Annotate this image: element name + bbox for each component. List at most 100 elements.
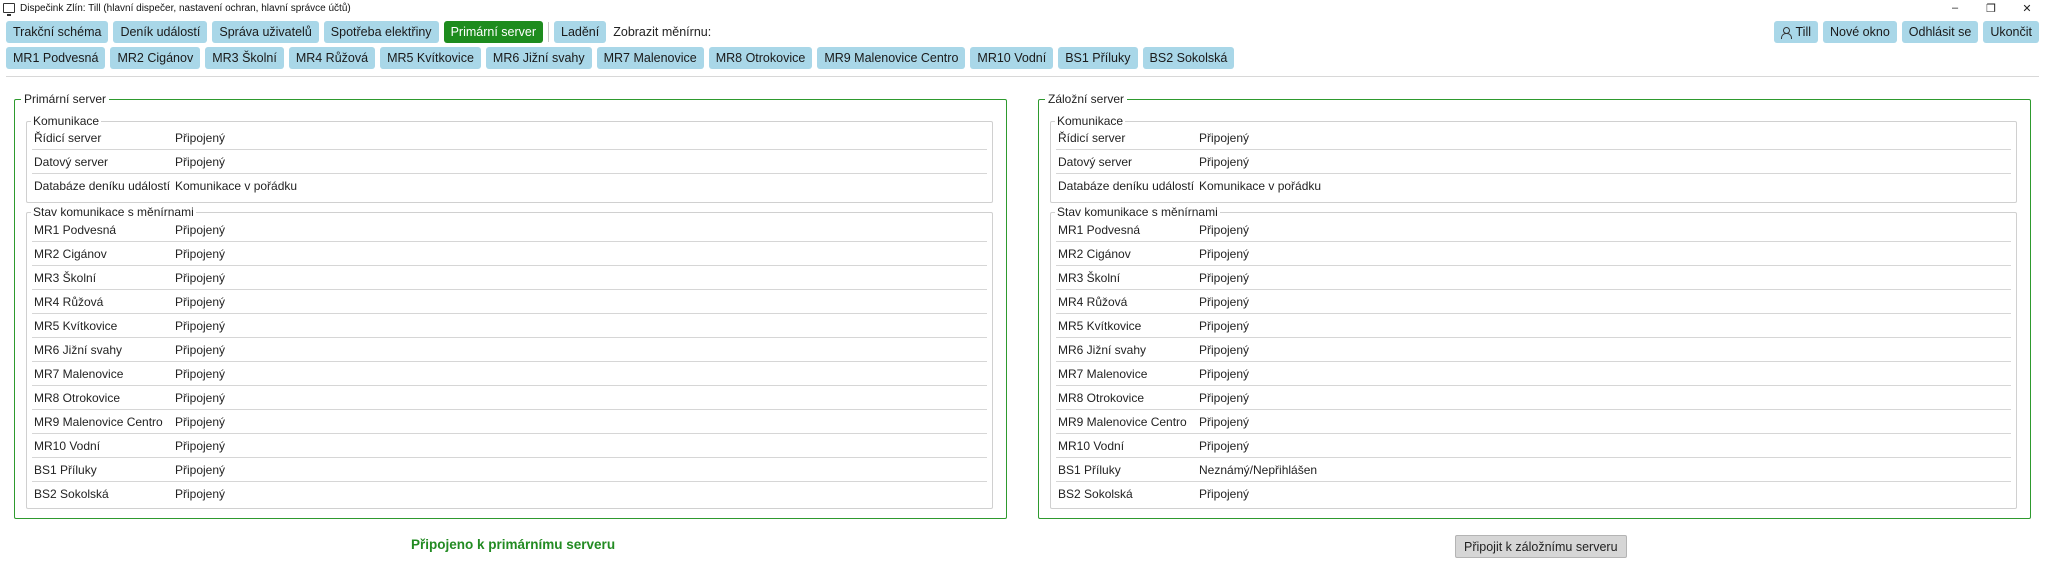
substation-button-mr5[interactable]: MR5 Kvítkovice [380,47,481,69]
new-window-button[interactable]: Nové okno [1823,21,1897,43]
row-label: MR4 Růžová [34,294,104,309]
row-label: Databáze deníku událostí [1058,179,1195,193]
table-row: MR6 Jižní svahy Připojený [1056,338,2011,362]
row-value: Připojený [175,222,226,237]
primary-substation-status-group: Stav komunikace s měnírnami MR1 Podvesná… [26,205,993,509]
row-label: Datový server [34,154,109,169]
row-label: MR8 Otrokovice [34,390,121,405]
row-value: Neznámý/Nepřihlášen [1199,462,1318,477]
row-label: MR6 Jižní svahy [34,342,123,357]
substation-button-mr7[interactable]: MR7 Malenovice [596,47,704,69]
row-label: MR3 Školní [1058,270,1121,285]
user-icon [1780,26,1792,39]
row-value: Připojený [175,487,226,501]
substation-button-bs2[interactable]: BS2 Sokolská [1142,47,1235,69]
row-label: Řídicí server [34,130,102,145]
connection-status-text: Připojeno k primárnímu serveru [411,537,616,552]
backup-server-panel: Záložní server Komunikace Řídicí server P… [1038,92,2031,519]
table-row: MR2 Cigánov Připojený [1056,242,2011,266]
row-label: MR1 Podvesná [1058,222,1141,237]
row-value: Připojený [175,294,226,309]
row-value: Připojený [1199,487,1250,501]
row-label: MR5 Kvítkovice [34,318,118,333]
table-row: Datový server Připojený [32,150,987,174]
row-label: BS1 Příluky [1058,462,1121,477]
table-row: Databáze deníku událostí Komunikace v poř… [1056,174,2011,198]
window-title: Dispečink Zlín: Till (hlavní dispečer, n… [20,2,351,14]
table-row: MR4 Růžová Připojený [1056,290,2011,314]
restore-button[interactable]: ❐ [1973,0,2009,16]
tab-event-log[interactable]: Deník událostí [113,21,208,43]
row-label: MR10 Vodní [34,438,101,453]
table-row: BS2 Sokolská Připojený [1056,482,2011,506]
row-label: BS1 Příluky [34,462,97,477]
toolbar-separator [548,22,549,42]
substation-button-mr3[interactable]: MR3 Školní [205,47,284,69]
table-row: MR1 Podvesná Připojený [32,218,987,242]
backup-server-title: Záložní server [1045,92,1128,106]
row-value: Připojený [175,130,226,145]
row-value: Připojený [175,414,226,429]
table-row: MR5 Kvítkovice Připojený [32,314,987,338]
row-value: Připojený [175,318,226,333]
row-label: MR6 Jižní svahy [1058,342,1147,357]
tab-primary-server[interactable]: Primární server [443,21,543,43]
row-value: Připojený [1199,390,1250,405]
title-bar: Dispečink Zlín: Till (hlavní dispečer, n… [0,0,2045,16]
backup-substation-status-group: Stav komunikace s měnírnami MR1 Podvesná… [1050,205,2017,509]
table-row: MR3 Školní Připojený [1056,266,2011,290]
row-value: Připojený [1199,366,1250,381]
row-label: MR2 Cigánov [34,246,107,261]
tab-user-management[interactable]: Správa uživatelů [212,21,319,43]
minimize-button[interactable]: – [1937,0,1973,16]
table-row: MR7 Malenovice Připojený [32,362,987,386]
row-value: Připojený [1199,438,1250,453]
substation-toolbar: MR1 Podvesná MR2 Cigánov MR3 Školní MR4 … [6,47,1235,69]
substation-button-mr1[interactable]: MR1 Podvesná [6,47,106,69]
table-row: MR7 Malenovice Připojený [1056,362,2011,386]
row-label: MR1 Podvesná [34,222,117,237]
primary-server-title: Primární server [21,92,110,106]
quit-button[interactable]: Ukončit [1983,21,2039,43]
connect-backup-button[interactable]: Připojit k záložnímu serveru [1455,535,1627,558]
row-value: Připojený [1199,246,1250,261]
close-button[interactable]: ✕ [2009,0,2045,16]
substation-button-mr10[interactable]: MR10 Vodní [970,47,1054,69]
substation-button-mr4[interactable]: MR4 Růžová [288,47,376,69]
primary-server-panel: Primární server Komunikace Řídicí server… [14,92,1007,519]
substation-button-bs1[interactable]: BS1 Příluky [1058,47,1138,69]
tab-power-consumption[interactable]: Spotřeba elektřiny [323,21,439,43]
row-value: Připojený [175,154,226,169]
row-value: Připojený [1199,414,1250,429]
table-row: MR2 Cigánov Připojený [32,242,987,266]
row-value: Připojený [1199,130,1250,145]
row-label: MR7 Malenovice [34,366,124,381]
logout-button[interactable]: Odhlásit se [1901,21,1979,43]
primary-communication-group: Komunikace Řídicí server Připojený Datový… [26,114,993,203]
row-label: MR5 Kvítkovice [1058,318,1142,333]
tab-traction-scheme[interactable]: Trakční schéma [6,21,109,43]
row-value: Komunikace v pořádku [175,179,298,193]
table-row: BS1 Příluky Neznámý/Nepřihlášen [1056,458,2011,482]
substation-button-mr2[interactable]: MR2 Cigánov [110,47,201,69]
row-value: Připojený [175,342,226,357]
main-toolbar: Trakční schéma Deník událostí Správa uži… [6,21,711,43]
monitor-icon [3,3,15,16]
substation-button-mr6[interactable]: MR6 Jižní svahy [485,47,592,69]
substation-button-mr8[interactable]: MR8 Otrokovice [708,47,813,69]
table-row: Databáze deníku událostí Komunikace v poř… [32,174,987,198]
account-toolbar: Till Nové okno Odhlásit se Ukončit [1773,21,2039,43]
substation-button-mr9[interactable]: MR9 Malenovice Centro [817,47,966,69]
row-label: MR7 Malenovice [1058,366,1148,381]
table-row: MR4 Růžová Připojený [32,290,987,314]
debug-button[interactable]: Ladění [554,21,607,43]
row-label: Řídicí server [1058,130,1126,145]
table-row: MR1 Podvesná Připojený [1056,218,2011,242]
row-label: MR2 Cigánov [1058,246,1131,261]
row-label: BS2 Sokolská [1058,487,1133,501]
user-name: Till [1795,25,1812,39]
row-value: Připojený [175,270,226,285]
row-label: MR9 Malenovice Centro [34,414,163,429]
table-row: MR10 Vodní Připojený [1056,434,2011,458]
user-button[interactable]: Till [1773,21,1819,43]
